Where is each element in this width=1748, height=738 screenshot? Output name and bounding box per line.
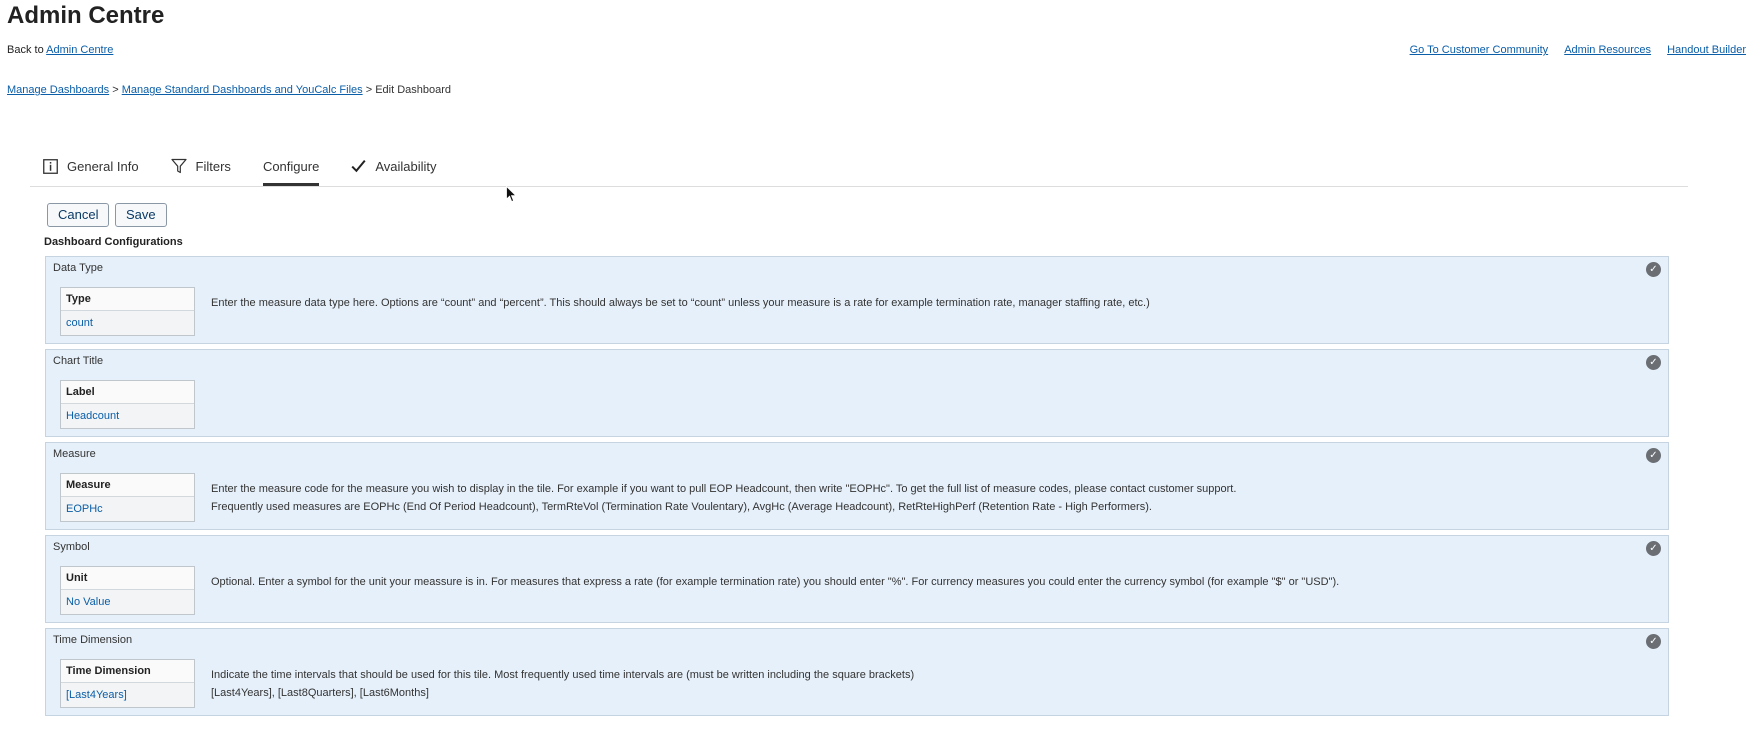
check-circle-icon: ✓ bbox=[1646, 541, 1661, 556]
check-circle-icon: ✓ bbox=[1646, 262, 1661, 277]
top-links: Go To Customer Community Admin Resources… bbox=[1397, 44, 1746, 56]
tab-bar: General Info Filters Configure Availabil… bbox=[43, 146, 469, 186]
field-box[interactable]: Type count bbox=[60, 287, 195, 336]
description-line: [Last4Years], [Last8Quarters], [Last6Mon… bbox=[211, 687, 429, 699]
description-line: Frequently used measures are EOPHc (End … bbox=[211, 501, 1152, 513]
check-circle-icon: ✓ bbox=[1646, 355, 1661, 370]
tab-filters[interactable]: Filters bbox=[170, 146, 231, 186]
tab-label: General Info bbox=[67, 158, 139, 174]
field-value[interactable]: EOPHc bbox=[61, 497, 194, 521]
config-title: Measure bbox=[53, 448, 96, 460]
config-data-type: Data Type ✓ Type count Enter the measure… bbox=[45, 256, 1669, 344]
admin-resources-link[interactable]: Admin Resources bbox=[1564, 44, 1651, 56]
config-chart-title: Chart Title ✓ Label Headcount bbox=[45, 349, 1669, 437]
config-description: Indicate the time intervals that should … bbox=[211, 666, 914, 702]
config-description: Enter the measure data type here. Option… bbox=[211, 294, 1150, 312]
config-time-dimension: Time Dimension ✓ Time Dimension [Last4Ye… bbox=[45, 628, 1669, 716]
check-circle-icon: ✓ bbox=[1646, 448, 1661, 463]
section-title: Dashboard Configurations bbox=[44, 236, 183, 248]
field-box[interactable]: Time Dimension [Last4Years] bbox=[60, 659, 195, 708]
tab-label: Configure bbox=[262, 158, 320, 174]
field-box[interactable]: Unit No Value bbox=[60, 566, 195, 615]
field-label: Time Dimension bbox=[61, 660, 194, 683]
breadcrumb-manage-standard-dashboards[interactable]: Manage Standard Dashboards and YouCalc F… bbox=[122, 84, 363, 96]
cancel-button[interactable]: Cancel bbox=[47, 203, 110, 227]
customer-community-link[interactable]: Go To Customer Community bbox=[1410, 44, 1549, 56]
config-description: Enter the measure code for the measure y… bbox=[211, 480, 1236, 516]
field-value[interactable]: count bbox=[61, 311, 194, 335]
check-circle-icon: ✓ bbox=[1646, 634, 1661, 649]
breadcrumb-separator: > bbox=[112, 84, 119, 96]
field-value[interactable]: Headcount bbox=[61, 404, 194, 428]
handout-builder-link[interactable]: Handout Builder bbox=[1667, 44, 1746, 56]
config-symbol: Symbol ✓ Unit No Value Optional. Enter a… bbox=[45, 535, 1669, 623]
field-label: Type bbox=[61, 288, 194, 311]
description-line: Enter the measure data type here. Option… bbox=[211, 297, 1150, 309]
back-to-admin-centre-link[interactable]: Admin Centre bbox=[46, 44, 113, 56]
tab-label: Availability bbox=[375, 158, 437, 174]
description-line: Optional. Enter a symbol for the unit yo… bbox=[211, 576, 1340, 588]
save-button[interactable]: Save bbox=[115, 203, 167, 227]
breadcrumb-current: Edit Dashboard bbox=[375, 84, 452, 96]
config-title: Symbol bbox=[53, 541, 90, 553]
config-description: Optional. Enter a symbol for the unit yo… bbox=[211, 573, 1339, 591]
page-title: Admin Centre bbox=[7, 2, 165, 29]
field-box[interactable]: Measure EOPHc bbox=[60, 473, 195, 522]
field-value[interactable]: [Last4Years] bbox=[61, 683, 194, 707]
field-value[interactable]: No Value bbox=[61, 590, 194, 614]
config-title: Chart Title bbox=[53, 355, 104, 367]
back-prefix: Back to bbox=[7, 44, 44, 56]
description-line: Enter the measure code for the measure y… bbox=[211, 483, 1237, 495]
field-label: Unit bbox=[61, 567, 194, 590]
breadcrumb: Manage Dashboards > Manage Standard Dash… bbox=[7, 84, 451, 96]
info-icon bbox=[43, 158, 58, 174]
tab-availability[interactable]: Availability bbox=[351, 146, 437, 186]
tab-general-info[interactable]: General Info bbox=[43, 146, 139, 186]
filter-icon bbox=[170, 158, 187, 174]
field-box[interactable]: Label Headcount bbox=[60, 380, 195, 429]
tab-configure[interactable]: Configure bbox=[262, 146, 320, 186]
tab-divider bbox=[30, 186, 1688, 187]
field-label: Label bbox=[61, 381, 194, 404]
config-measure: Measure ✓ Measure EOPHc Enter the measur… bbox=[45, 442, 1669, 530]
config-title: Data Type bbox=[53, 262, 103, 274]
breadcrumb-manage-dashboards[interactable]: Manage Dashboards bbox=[7, 84, 109, 96]
field-label: Measure bbox=[61, 474, 194, 497]
checkmark-icon bbox=[351, 159, 366, 173]
tab-label: Filters bbox=[195, 158, 231, 174]
description-line: Indicate the time intervals that should … bbox=[211, 669, 915, 681]
config-title: Time Dimension bbox=[53, 634, 133, 646]
mouse-cursor-icon bbox=[506, 186, 517, 203]
breadcrumb-separator: > bbox=[365, 84, 373, 96]
back-row: Back to Admin Centre bbox=[7, 44, 113, 56]
